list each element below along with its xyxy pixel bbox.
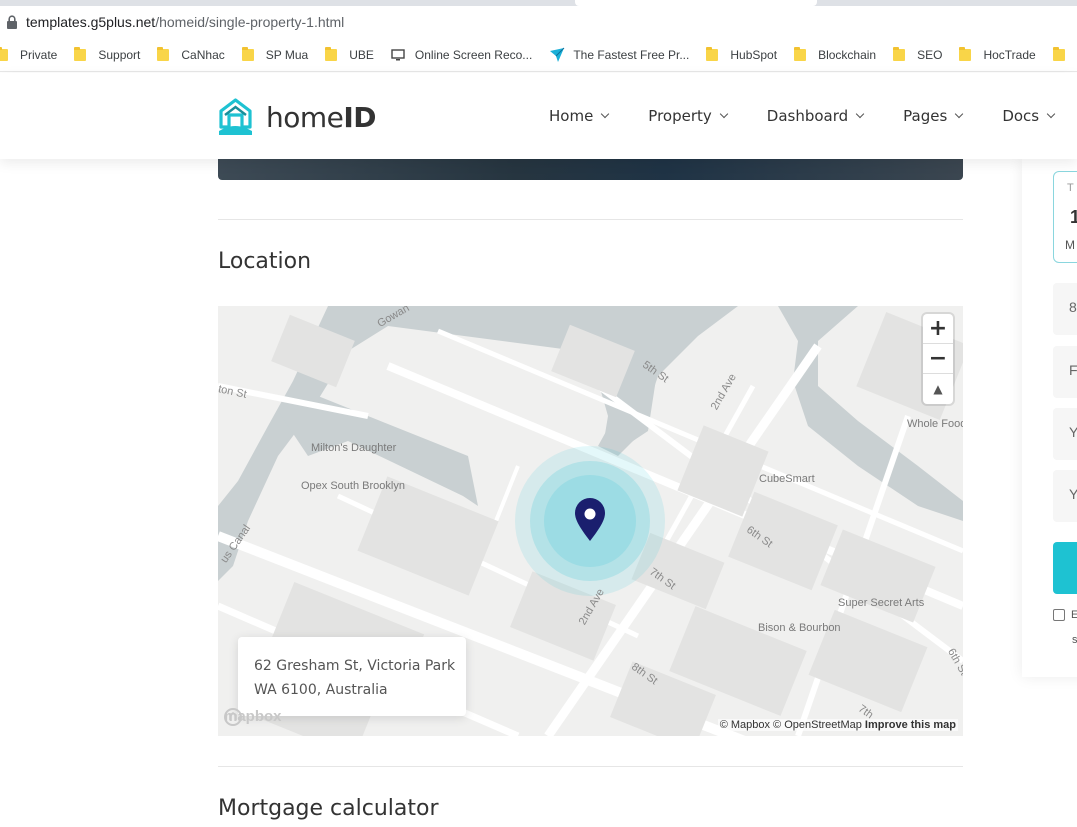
sidebar-submit-button[interactable] [1053,542,1077,594]
bookmark-item[interactable]: Xem X [1052,46,1077,62]
bookmark-label: Support [98,47,141,62]
nav-item-label: Home [549,107,594,125]
bookmark-label: HocTrade [983,47,1036,62]
section-divider [218,766,963,767]
nav-item-label: Pages [903,107,948,125]
chevron-down-icon [955,109,964,119]
attribution-text[interactable]: © Mapbox © OpenStreetMap [720,719,862,731]
contact-sidebar: T 1 M 8 F Y Y E s [1022,159,1077,677]
sidebar-field[interactable]: Y [1053,470,1077,522]
bookmark-item[interactable]: Support [74,46,141,62]
bookmark-item[interactable]: Private [0,46,58,62]
bookmark-item[interactable]: UBE [325,46,374,62]
folder-icon [893,46,906,61]
map-zoom-controls: + − ▲ [923,314,953,404]
folder-icon [0,46,8,61]
paper-plane-icon [550,47,565,62]
location-map[interactable]: Milton's Daughter Opex South Brooklyn Cu… [218,306,963,736]
improve-map-link[interactable]: Improve this map [865,719,956,731]
nav-item-property[interactable]: Property [648,107,729,125]
lock-icon [7,15,17,29]
nav-item-home[interactable]: Home [549,107,610,125]
sidebar-field[interactable]: F [1053,346,1077,398]
site-header: homeID Home Property Dashboard Pages Docs [0,73,1077,159]
bookmark-item[interactable]: SP Mua [241,46,309,62]
nav-item-docs[interactable]: Docs [1002,107,1056,125]
nav-item-label: Dashboard [766,107,849,125]
bookmark-item[interactable]: Online Screen Reco... [391,48,532,62]
section-divider [218,219,963,220]
folder-icon [241,46,254,61]
chevron-down-icon [1046,109,1056,119]
bookmark-label: The Fastest Free Pr... [573,47,690,62]
mapbox-logo-icon [224,708,242,726]
bookmark-label: SEO [917,47,943,62]
map-label: Super Secret Arts [838,597,925,609]
chevron-down-icon [719,109,729,119]
bookmark-item[interactable]: HocTrade [959,46,1036,62]
home-logo-icon [219,98,252,135]
address-bar[interactable]: templates.g5plus.net/homeid/single-prope… [0,6,1077,38]
bookmark-label: Private [20,47,58,62]
sidebar-field[interactable]: 8 [1053,283,1077,335]
bookmark-label: Online Screen Reco... [414,47,533,62]
folder-icon [794,46,807,61]
bookmark-label: CaNhac [181,47,225,62]
sidebar-field[interactable]: Y [1053,408,1077,460]
location-title: Location [218,249,312,274]
folder-icon [325,46,338,61]
sidebar-tab[interactable]: T 1 M [1053,171,1077,263]
bookmark-item[interactable]: SEO [893,46,943,62]
bookmark-label: SP Mua [265,47,309,62]
url-text[interactable]: templates.g5plus.net/homeid/single-prope… [26,14,344,30]
compass-button[interactable]: ▲ [923,374,953,404]
bookmark-item[interactable]: Blockchain [794,46,877,62]
chevron-down-icon [855,109,865,119]
address-line-1: 62 Gresham St, Victoria Park [254,658,456,674]
nav-item-pages[interactable]: Pages [903,107,964,125]
bookmark-label: Blockchain [818,47,877,62]
sidebar-checkbox[interactable] [1053,609,1065,621]
folder-icon [74,46,87,61]
folder-icon [1052,46,1065,61]
bookmark-item[interactable]: The Fastest Free Pr... [549,47,689,63]
nav-item-dashboard[interactable]: Dashboard [766,107,865,125]
main-nav: Home Property Dashboard Pages Docs [549,107,1056,125]
folder-icon [706,46,719,61]
map-label: Whole Food [907,418,963,430]
map-label: CubeSmart [759,473,815,485]
nav-item-label: Property [648,107,712,125]
address-line-2: WA 6100, Australia [254,682,388,698]
map-attribution: © Mapbox © OpenStreetMap Improve this ma… [717,719,958,731]
monitor-icon [391,48,405,60]
nav-item-label: Docs [1002,107,1040,125]
bookmark-label: UBE [349,47,374,62]
bookmark-label: HubSpot [730,47,778,62]
bookmarks-bar: Private Support CaNhac SP Mua UBE Online Scre… [0,38,1077,72]
mapbox-logo[interactable]: mapbox [224,708,282,726]
mortgage-title: Mortgage calculator [218,796,439,821]
bookmark-item[interactable]: CaNhac [157,46,225,62]
folder-icon [157,46,170,61]
map-label: Bison & Bourbon [758,622,841,634]
bookmark-item[interactable]: HubSpot [706,46,778,62]
folder-icon [959,46,972,61]
map-label: Opex South Brooklyn [301,480,405,492]
logo-text: homeID [266,100,377,134]
chevron-down-icon [601,109,610,119]
zoom-in-button[interactable]: + [923,314,953,344]
zoom-out-button[interactable]: − [923,344,953,374]
map-label: Milton's Daughter [311,442,397,454]
property-image-bottom [218,159,963,180]
address-popup: 62 Gresham St, Victoria Park WA 6100, Au… [238,637,466,716]
site-logo[interactable]: homeID [217,97,377,137]
